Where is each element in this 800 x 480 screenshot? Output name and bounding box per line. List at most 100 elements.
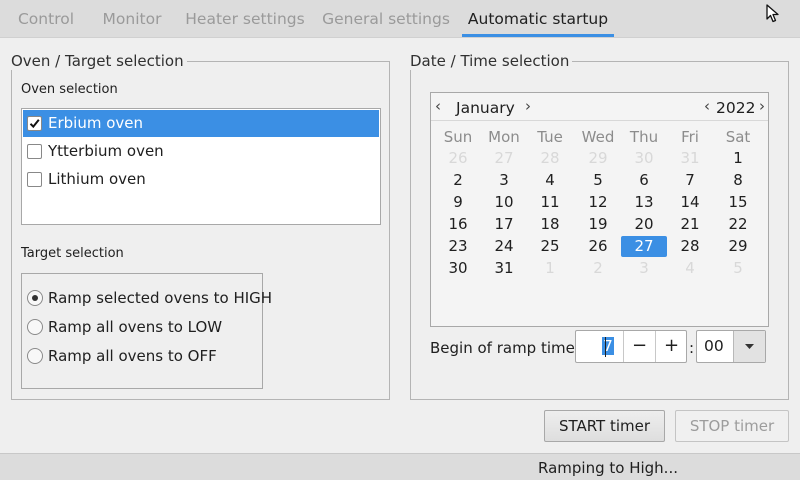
mouse-pointer-icon (766, 4, 779, 23)
calendar-day[interactable]: 3 (481, 170, 527, 191)
start-timer-button[interactable]: START timer (544, 410, 665, 442)
calendar-day[interactable]: 6 (621, 170, 667, 191)
calendar-day[interactable]: 29 (715, 236, 761, 257)
calendar-day[interactable]: 25 (527, 236, 573, 257)
minute-dropdown[interactable]: 00 (696, 330, 766, 363)
calendar-day[interactable]: 2 (575, 258, 621, 279)
calendar-day[interactable]: 27 (481, 148, 527, 169)
calendar-day[interactable]: 26 (435, 148, 481, 169)
calendar-day[interactable]: 28 (667, 236, 713, 257)
status-bar: Ramping to High... (0, 453, 800, 480)
oven-item-label: Ytterbium oven (48, 142, 164, 160)
datetime-group: Date / Time selection ‹ January › ‹ 2022… (410, 52, 789, 400)
calendar-day[interactable]: 9 (435, 192, 481, 213)
calendar[interactable]: ‹ January › ‹ 2022 › Sun Mon Tue Wed Thu Fri S… (430, 92, 769, 327)
calendar-day[interactable]: 22 (715, 214, 761, 235)
calendar-day[interactable]: 7 (667, 170, 713, 191)
tab-bar: Control Monitor Heater settings General … (0, 0, 800, 37)
chevron-left-icon[interactable]: ‹ (704, 95, 710, 117)
calendar-day[interactable]: 23 (435, 236, 481, 257)
tab-control[interactable]: Control (10, 0, 82, 37)
calendar-day[interactable]: 19 (575, 214, 621, 235)
calendar-day[interactable]: 3 (621, 258, 667, 279)
oven-list[interactable]: Erbium oven Ytterbium oven Lithium oven (21, 108, 381, 225)
ramp-time-label: Begin of ramp time (430, 339, 575, 357)
hour-value[interactable]: 7 (602, 331, 614, 362)
calendar-day[interactable]: 26 (575, 236, 621, 257)
calendar-day[interactable]: 12 (575, 192, 621, 213)
oven-selection-label: Oven selection (21, 82, 118, 97)
status-text: Ramping to High... (538, 459, 678, 477)
radio-button[interactable] (27, 319, 43, 335)
calendar-day[interactable]: 20 (621, 214, 667, 235)
chevron-left-icon[interactable]: ‹ (435, 95, 441, 117)
calendar-month[interactable]: January (456, 97, 515, 119)
calendar-day[interactable]: 30 (435, 258, 481, 279)
target-radio-group: Ramp selected ovens to HIGH Ramp all ove… (21, 273, 272, 389)
weekday-label: Sat (725, 128, 751, 146)
calendar-day-selected[interactable]: 27 (621, 236, 667, 257)
chevron-down-icon (745, 344, 754, 349)
radio-button[interactable] (27, 348, 43, 364)
target-selection-label: Target selection (21, 246, 124, 261)
radio-button[interactable] (27, 290, 43, 306)
calendar-day[interactable]: 15 (715, 192, 761, 213)
oven-item-ytterbium[interactable]: Ytterbium oven (23, 138, 379, 165)
calendar-day[interactable]: 2 (435, 170, 481, 191)
calendar-day[interactable]: 10 (481, 192, 527, 213)
weekday-label: Tue (537, 128, 563, 146)
erbium-checkbox[interactable] (27, 116, 42, 131)
calendar-day[interactable]: 1 (715, 148, 761, 169)
oven-item-erbium[interactable]: Erbium oven (23, 110, 379, 137)
radio-ramp-off[interactable]: Ramp all ovens to OFF (27, 344, 217, 368)
oven-item-lithium[interactable]: Lithium oven (23, 166, 379, 193)
hour-spinbox[interactable]: 7 − + (575, 330, 687, 363)
tab-monitor[interactable]: Monitor (94, 0, 170, 37)
calendar-day[interactable]: 28 (527, 148, 573, 169)
calendar-day[interactable]: 14 (667, 192, 713, 213)
weekday-label: Fri (681, 128, 699, 146)
calendar-day[interactable]: 13 (621, 192, 667, 213)
time-separator: : (689, 339, 695, 357)
lithium-checkbox[interactable] (27, 172, 42, 187)
dropdown-button[interactable] (733, 331, 765, 362)
calendar-header: ‹ January › ‹ 2022 › (431, 93, 768, 121)
radio-ramp-low[interactable]: Ramp all ovens to LOW (27, 315, 222, 339)
calendar-day[interactable]: 29 (575, 148, 621, 169)
decrement-button[interactable]: − (623, 331, 655, 362)
weekday-label: Mon (488, 128, 520, 146)
radio-ramp-high[interactable]: Ramp selected ovens to HIGH (27, 286, 272, 310)
chevron-right-icon[interactable]: › (525, 95, 531, 117)
minute-value: 00 (704, 337, 724, 355)
calendar-day[interactable]: 4 (527, 170, 573, 191)
increment-button[interactable]: + (655, 331, 687, 362)
oven-target-group-title: Oven / Target selection (11, 52, 187, 70)
calendar-day[interactable]: 24 (481, 236, 527, 257)
calendar-day[interactable]: 31 (667, 148, 713, 169)
calendar-day[interactable]: 8 (715, 170, 761, 191)
chevron-right-icon[interactable]: › (759, 95, 765, 117)
tab-heater-settings[interactable]: Heater settings (180, 0, 310, 37)
weekday-label: Thu (629, 128, 659, 146)
calendar-day[interactable]: 4 (667, 258, 713, 279)
oven-target-group: Oven / Target selection Oven selection E… (11, 52, 390, 400)
calendar-day[interactable]: 16 (435, 214, 481, 235)
tab-general-settings[interactable]: General settings (318, 0, 454, 37)
ytterbium-checkbox[interactable] (27, 144, 42, 159)
calendar-day[interactable]: 11 (527, 192, 573, 213)
oven-item-label: Erbium oven (48, 114, 144, 132)
calendar-day[interactable]: 17 (481, 214, 527, 235)
calendar-day[interactable]: 5 (715, 258, 761, 279)
calendar-day[interactable]: 5 (575, 170, 621, 191)
text-cursor (605, 337, 606, 357)
calendar-day[interactable]: 1 (527, 258, 573, 279)
tab-automatic-startup[interactable]: Automatic startup (462, 0, 614, 37)
calendar-day[interactable]: 18 (527, 214, 573, 235)
radio-label: Ramp selected ovens to HIGH (48, 289, 273, 307)
stop-timer-button[interactable]: STOP timer (675, 410, 789, 442)
calendar-day[interactable]: 21 (667, 214, 713, 235)
calendar-year[interactable]: 2022 (716, 97, 755, 119)
calendar-day[interactable]: 31 (481, 258, 527, 279)
calendar-day[interactable]: 30 (621, 148, 667, 169)
radio-label: Ramp all ovens to LOW (48, 318, 223, 336)
